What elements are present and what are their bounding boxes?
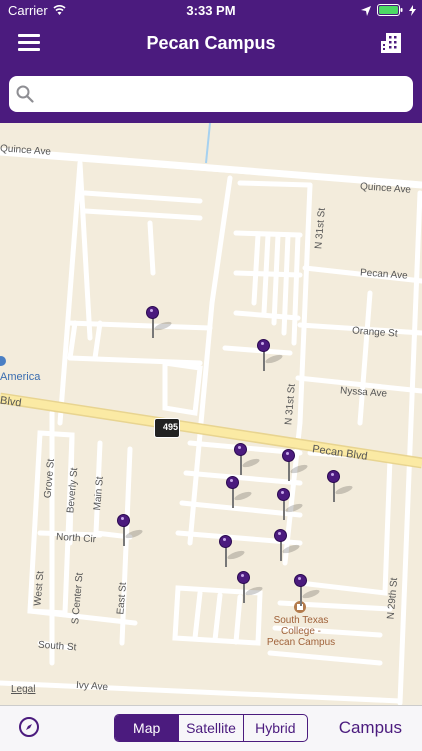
map-pin[interactable] — [146, 306, 173, 340]
highway-shield-number: 495 — [163, 422, 179, 432]
search-icon — [16, 85, 34, 108]
compass-icon[interactable] — [19, 717, 39, 737]
map-pin[interactable] — [282, 449, 309, 483]
map-pin[interactable] — [327, 470, 354, 504]
search-field[interactable] — [9, 76, 413, 114]
map-pin[interactable] — [117, 514, 144, 548]
campus-label-line: South Texas — [273, 615, 329, 626]
building-icon[interactable] — [380, 32, 402, 54]
search-bar — [0, 66, 422, 123]
highway-shield: 495 — [154, 418, 180, 438]
campus-button[interactable]: Campus — [339, 718, 402, 738]
map-pin[interactable] — [257, 339, 284, 373]
map-pin[interactable] — [219, 535, 246, 569]
map-pin[interactable] — [234, 443, 261, 477]
campus-label: South Texas College - Pecan Campus — [262, 615, 340, 648]
street-label: Ivy Ave — [75, 679, 109, 694]
map-view[interactable]: 495 Quince Ave Quince Ave N 31st St Peca… — [0, 123, 422, 705]
map-roads — [0, 123, 422, 705]
segment-map[interactable]: Map — [115, 715, 179, 741]
map-pin[interactable] — [294, 574, 321, 608]
map-type-segmented-control: Map Satellite Hybrid — [114, 714, 308, 742]
bottom-toolbar: Map Satellite Hybrid Campus — [0, 705, 422, 751]
battery-icon — [377, 4, 403, 19]
map-pin[interactable] — [274, 529, 301, 563]
map-pin[interactable] — [277, 488, 304, 522]
page-title: Pecan Campus — [146, 33, 276, 53]
clock: 3:33 PM — [186, 3, 236, 18]
map-pin[interactable] — [237, 571, 264, 605]
campus-label-line: Pecan Campus — [266, 637, 336, 648]
legal-link[interactable]: Legal — [11, 684, 35, 695]
poi-label: America — [0, 371, 41, 383]
search-input[interactable] — [41, 76, 405, 114]
status-bar: Carrier 3:33 PM — [0, 0, 422, 22]
charging-icon — [409, 4, 416, 19]
navigation-bar: Pecan Campus — [0, 22, 422, 66]
campus-label-line: College - — [280, 626, 322, 637]
map-pin[interactable] — [226, 476, 253, 510]
segment-hybrid[interactable]: Hybrid — [242, 715, 307, 741]
location-arrow-icon — [361, 4, 371, 19]
segment-satellite[interactable]: Satellite — [178, 715, 242, 741]
